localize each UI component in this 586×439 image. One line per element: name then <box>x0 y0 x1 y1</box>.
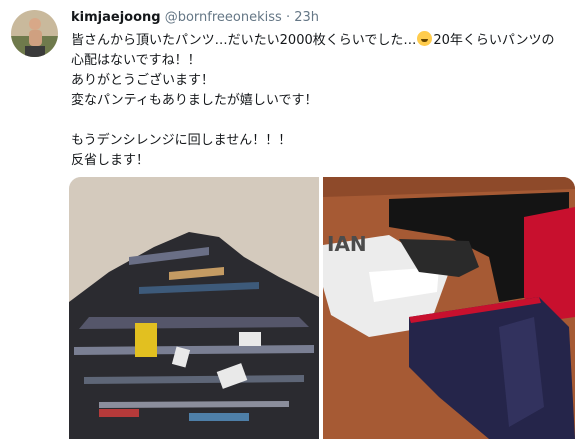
tweet-line-2: 心配はないですね！！ <box>71 53 201 68</box>
avatar[interactable] <box>11 10 58 57</box>
tweet-media[interactable]: IAN <box>69 177 575 439</box>
avatar-photo <box>11 10 58 57</box>
tweet-header: kimjaejoong @bornfreeonekiss · 23h <box>71 9 319 27</box>
display-name[interactable]: kimjaejoong <box>71 10 161 25</box>
tweet-text-segment: 20年くらいパンツの <box>433 33 555 48</box>
tweet-text-segment: 皆さんから頂いたパンツ…だいたい2000枚くらいでした… <box>71 33 417 48</box>
tweet-line-6: 反省します！ <box>71 153 150 168</box>
rolling-on-floor-laughing-emoji-icon <box>417 31 433 46</box>
tweet-timestamp[interactable]: 23h <box>294 10 319 25</box>
lace-underwear-photo[interactable]: IAN <box>323 177 575 439</box>
tweet-line-5: もうデンシレンジに回しません！！！ <box>71 133 292 148</box>
user-handle[interactable]: @bornfreeonekiss <box>165 10 282 25</box>
pile-of-underwear-photo[interactable] <box>69 177 319 439</box>
tweet-text: 皆さんから頂いたパンツ…だいたい2000枚くらいでした… 20年くらいパンツの 心… <box>71 31 581 171</box>
time-separator: · <box>285 10 291 25</box>
tweet-line-1: 皆さんから頂いたパンツ…だいたい2000枚くらいでした… 20年くらいパンツの <box>71 31 581 51</box>
tweet-line-3: ありがとうございます！ <box>71 73 215 88</box>
waistband-print: IAN <box>327 232 367 256</box>
tweet-line-4: 変なパンティもありましたが嬉しいです！ <box>71 93 318 108</box>
